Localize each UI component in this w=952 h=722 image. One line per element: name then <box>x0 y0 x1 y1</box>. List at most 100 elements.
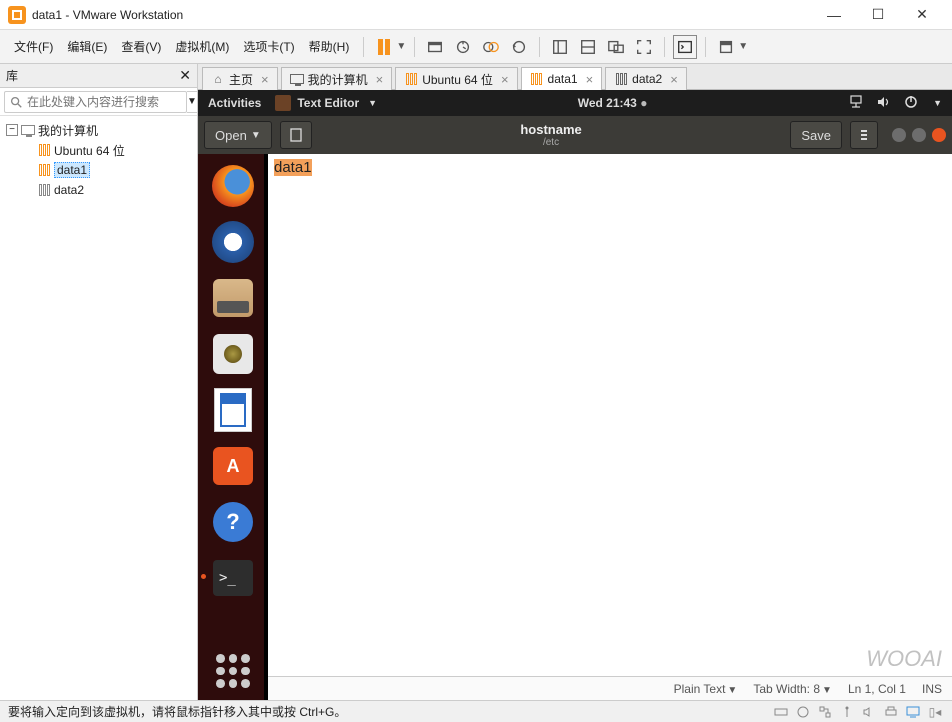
tab-close-button[interactable]: × <box>501 72 509 87</box>
gnome-clock[interactable]: Wed 21:43 <box>578 96 637 110</box>
revert-snapshot-button[interactable] <box>507 35 531 59</box>
gedit-new-button[interactable] <box>280 121 312 149</box>
view-thumbnail-button[interactable] <box>576 35 600 59</box>
tree-item-ubuntu[interactable]: Ubuntu 64 位 <box>2 140 195 160</box>
search-icon <box>9 95 23 109</box>
vm-running-orange-icon <box>530 72 544 86</box>
files-icon[interactable] <box>209 274 257 322</box>
monitor-icon <box>20 122 36 138</box>
device-sound-icon[interactable] <box>860 703 878 721</box>
device-cd-icon[interactable] <box>794 703 812 721</box>
gnome-top-panel: Activities Text Editor ▼ Wed 21:43 ● <box>198 90 952 116</box>
window-maximize-button[interactable]: ☐ <box>856 0 900 30</box>
vm-stopped-grey-icon <box>614 72 628 86</box>
gedit-save-button[interactable]: Save <box>790 121 842 149</box>
chevron-down-icon: ▼ <box>933 98 942 108</box>
snapshot-manager-button[interactable] <box>479 35 503 59</box>
menubar: 文件(F) 编辑(E) 查看(V) 虚拟机(M) 选项卡(T) 帮助(H) ▼ … <box>0 30 952 64</box>
pause-button[interactable] <box>372 35 396 59</box>
send-ctrl-alt-del-button[interactable] <box>423 35 447 59</box>
console-view-button[interactable] <box>673 35 697 59</box>
menu-file[interactable]: 文件(F) <box>8 34 59 59</box>
menu-vm[interactable]: 虚拟机(M) <box>169 34 235 59</box>
tab-mycomputer[interactable]: 我的计算机 × <box>281 67 393 90</box>
running-indicator-icon <box>201 574 206 579</box>
network-icon[interactable] <box>848 95 864 112</box>
settings-button[interactable] <box>714 35 738 59</box>
insert-mode: INS <box>922 682 942 696</box>
vmware-statusbar: 要将输入定向到该虚拟机，请将鼠标指针移入其中或按 Ctrl+G。 ▯◂ <box>0 700 952 722</box>
vm-stopped-grey-icon <box>36 182 52 198</box>
window-minimize-button[interactable]: — <box>812 0 856 30</box>
tab-data2[interactable]: data2 × <box>605 67 687 90</box>
ubuntu-software-icon[interactable]: A <box>209 442 257 490</box>
power-icon[interactable] <box>904 95 918 112</box>
thunderbird-icon[interactable] <box>209 218 257 266</box>
expand-icon[interactable]: − <box>6 124 18 136</box>
menu-edit[interactable]: 编辑(E) <box>61 34 113 59</box>
tab-ubuntu[interactable]: Ubuntu 64 位 × <box>395 67 517 90</box>
library-search-input[interactable] <box>27 95 182 109</box>
device-usb-icon[interactable] <box>838 703 856 721</box>
gedit-headerbar: Open▼ hostname /etc Save <box>198 116 952 154</box>
snapshot-button[interactable] <box>451 35 475 59</box>
gedit-document-title: hostname <box>320 122 783 137</box>
status-hint: 要将输入定向到该虚拟机，请将鼠标指针移入其中或按 Ctrl+G。 <box>8 703 346 720</box>
libreoffice-writer-icon[interactable] <box>209 386 257 434</box>
device-printer-icon[interactable] <box>882 703 900 721</box>
volume-icon[interactable] <box>876 95 892 112</box>
vm-running-orange-icon <box>36 142 52 158</box>
power-dropdown[interactable]: ▼ <box>396 41 406 52</box>
device-network-icon[interactable] <box>816 703 834 721</box>
view-unity-button[interactable] <box>604 35 628 59</box>
chevron-down-icon: ▼ <box>368 98 377 108</box>
menu-tabs[interactable]: 选项卡(T) <box>237 34 300 59</box>
menu-view[interactable]: 查看(V) <box>115 34 167 59</box>
ubuntu-dock: A ? >_ <box>198 154 268 700</box>
statusbar-menu[interactable]: ▯◂ <box>926 703 944 721</box>
device-display-icon[interactable] <box>904 703 922 721</box>
view-fullscreen-button[interactable] <box>632 35 656 59</box>
settings-dropdown[interactable]: ▼ <box>738 41 748 52</box>
view-single-button[interactable] <box>548 35 572 59</box>
menu-help[interactable]: 帮助(H) <box>303 34 356 59</box>
window-title: data1 - VMware Workstation <box>32 8 183 22</box>
gedit-open-button[interactable]: Open▼ <box>204 121 272 149</box>
tree-root[interactable]: − 我的计算机 <box>2 120 195 140</box>
gedit-text-area[interactable]: data1 <box>268 154 952 676</box>
window-close-button[interactable]: ✕ <box>900 0 944 30</box>
home-icon: ⌂ <box>211 72 225 86</box>
help-icon[interactable]: ? <box>209 498 257 546</box>
terminal-icon[interactable]: >_ <box>209 554 257 602</box>
gedit-hamburger-button[interactable] <box>850 121 878 149</box>
gedit-close-button[interactable] <box>932 128 946 142</box>
tree-item-data2[interactable]: data2 <box>2 180 195 200</box>
gnome-activities[interactable]: Activities <box>208 96 261 110</box>
vm-running-orange-icon <box>404 72 418 86</box>
tab-data1[interactable]: data1 × <box>521 67 603 90</box>
tab-close-button[interactable]: × <box>261 72 269 87</box>
device-hdd-icon[interactable] <box>772 703 790 721</box>
app-icon <box>8 6 26 24</box>
tab-width-selector[interactable]: Tab Width: 8▼ <box>753 682 832 696</box>
gedit-maximize-button[interactable] <box>912 128 926 142</box>
gedit-content: data1 <box>274 159 312 176</box>
library-close-button[interactable]: ✕ <box>179 67 191 84</box>
tree-item-data1[interactable]: data1 <box>2 160 195 180</box>
gedit-document-path: /etc <box>320 137 783 148</box>
library-header: 库 <box>6 67 18 84</box>
cursor-position: Ln 1, Col 1 <box>848 682 906 696</box>
show-applications-button[interactable] <box>216 654 250 688</box>
window-titlebar: data1 - VMware Workstation — ☐ ✕ <box>0 0 952 30</box>
rhythmbox-icon[interactable] <box>209 330 257 378</box>
library-panel: 库 ✕ ▼ − 我的计算机 Ubuntu 64 位 data1 <box>0 64 198 700</box>
library-search-dropdown[interactable]: ▼ <box>187 91 198 113</box>
gedit-minimize-button[interactable] <box>892 128 906 142</box>
tab-close-button[interactable]: × <box>670 72 678 87</box>
syntax-selector[interactable]: Plain Text▼ <box>674 682 738 696</box>
tab-close-button[interactable]: × <box>376 72 384 87</box>
tab-close-button[interactable]: × <box>586 72 594 87</box>
tab-home[interactable]: ⌂ 主页 × <box>202 67 278 90</box>
firefox-icon[interactable] <box>209 162 257 210</box>
gnome-app-menu[interactable]: Text Editor <box>297 96 359 110</box>
